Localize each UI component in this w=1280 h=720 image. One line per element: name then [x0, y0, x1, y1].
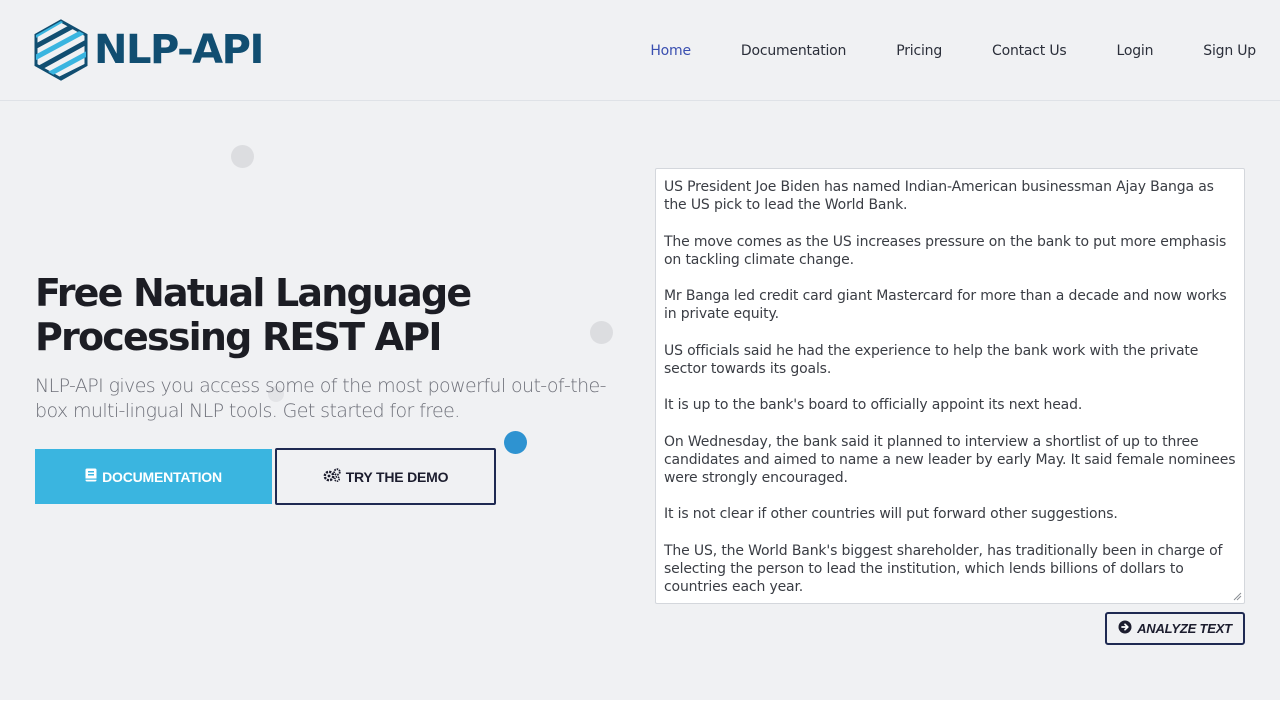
resize-grip-icon[interactable]: [1232, 591, 1242, 601]
text-paragraph: US officials said he had the experience …: [664, 342, 1199, 377]
try-demo-button[interactable]: TRY THE DEMO: [275, 448, 496, 505]
analyze-text-button-label: ANALYZE TEXT: [1137, 621, 1232, 636]
text-paragraph: On Wednesday, the bank said it planned t…: [664, 433, 1236, 486]
text-paragraph: The move comes as the US increases press…: [664, 233, 1227, 268]
text-paragraph: The US, the World Bank's biggest shareho…: [664, 542, 1223, 595]
text-paragraph: Mr Banga led credit card giant Mastercar…: [664, 288, 1227, 322]
hero-subtitle: NLP-API gives you access some of the mos…: [35, 375, 607, 422]
try-demo-button-label: TRY THE DEMO: [345, 468, 449, 485]
text-paragraph: It is up to the bank's board to official…: [664, 397, 1083, 413]
nav-home[interactable]: Home: [650, 43, 691, 59]
text-paragraph: US President Joe Biden has named Indian-…: [664, 179, 1214, 213]
hero-title: Free Natual Language Processing REST API: [35, 271, 472, 359]
decorative-dot: [504, 431, 527, 454]
nav-pricing[interactable]: Pricing: [896, 43, 942, 59]
logo[interactable]: NLP-API: [34, 19, 264, 81]
hexagon-stripes-logo-icon: [34, 19, 88, 81]
main-nav: Home Documentation Pricing Contact Us Lo…: [600, 0, 1256, 101]
nav-sign-up[interactable]: Sign Up: [1203, 43, 1256, 59]
brand-name: NLP-API: [94, 27, 264, 73]
decorative-dot: [231, 145, 254, 168]
documentation-button-label: DOCUMENTATION: [102, 468, 222, 485]
nav-login[interactable]: Login: [1116, 43, 1153, 59]
book-icon: [85, 468, 97, 485]
nav-documentation[interactable]: Documentation: [741, 43, 847, 59]
demo-text-input[interactable]: US President Joe Biden has named Indian-…: [655, 168, 1245, 604]
arrow-circle-right-icon: [1118, 620, 1132, 637]
gears-icon: [323, 468, 341, 485]
documentation-button[interactable]: DOCUMENTATION: [35, 449, 272, 504]
text-paragraph: It is not clear if other countries will …: [664, 506, 1118, 522]
site-header: NLP-API Home Documentation Pricing Conta…: [0, 0, 1280, 101]
footer-strip: [0, 700, 1280, 720]
analyze-text-button[interactable]: ANALYZE TEXT: [1105, 612, 1245, 645]
nav-contact-us[interactable]: Contact Us: [992, 43, 1067, 59]
